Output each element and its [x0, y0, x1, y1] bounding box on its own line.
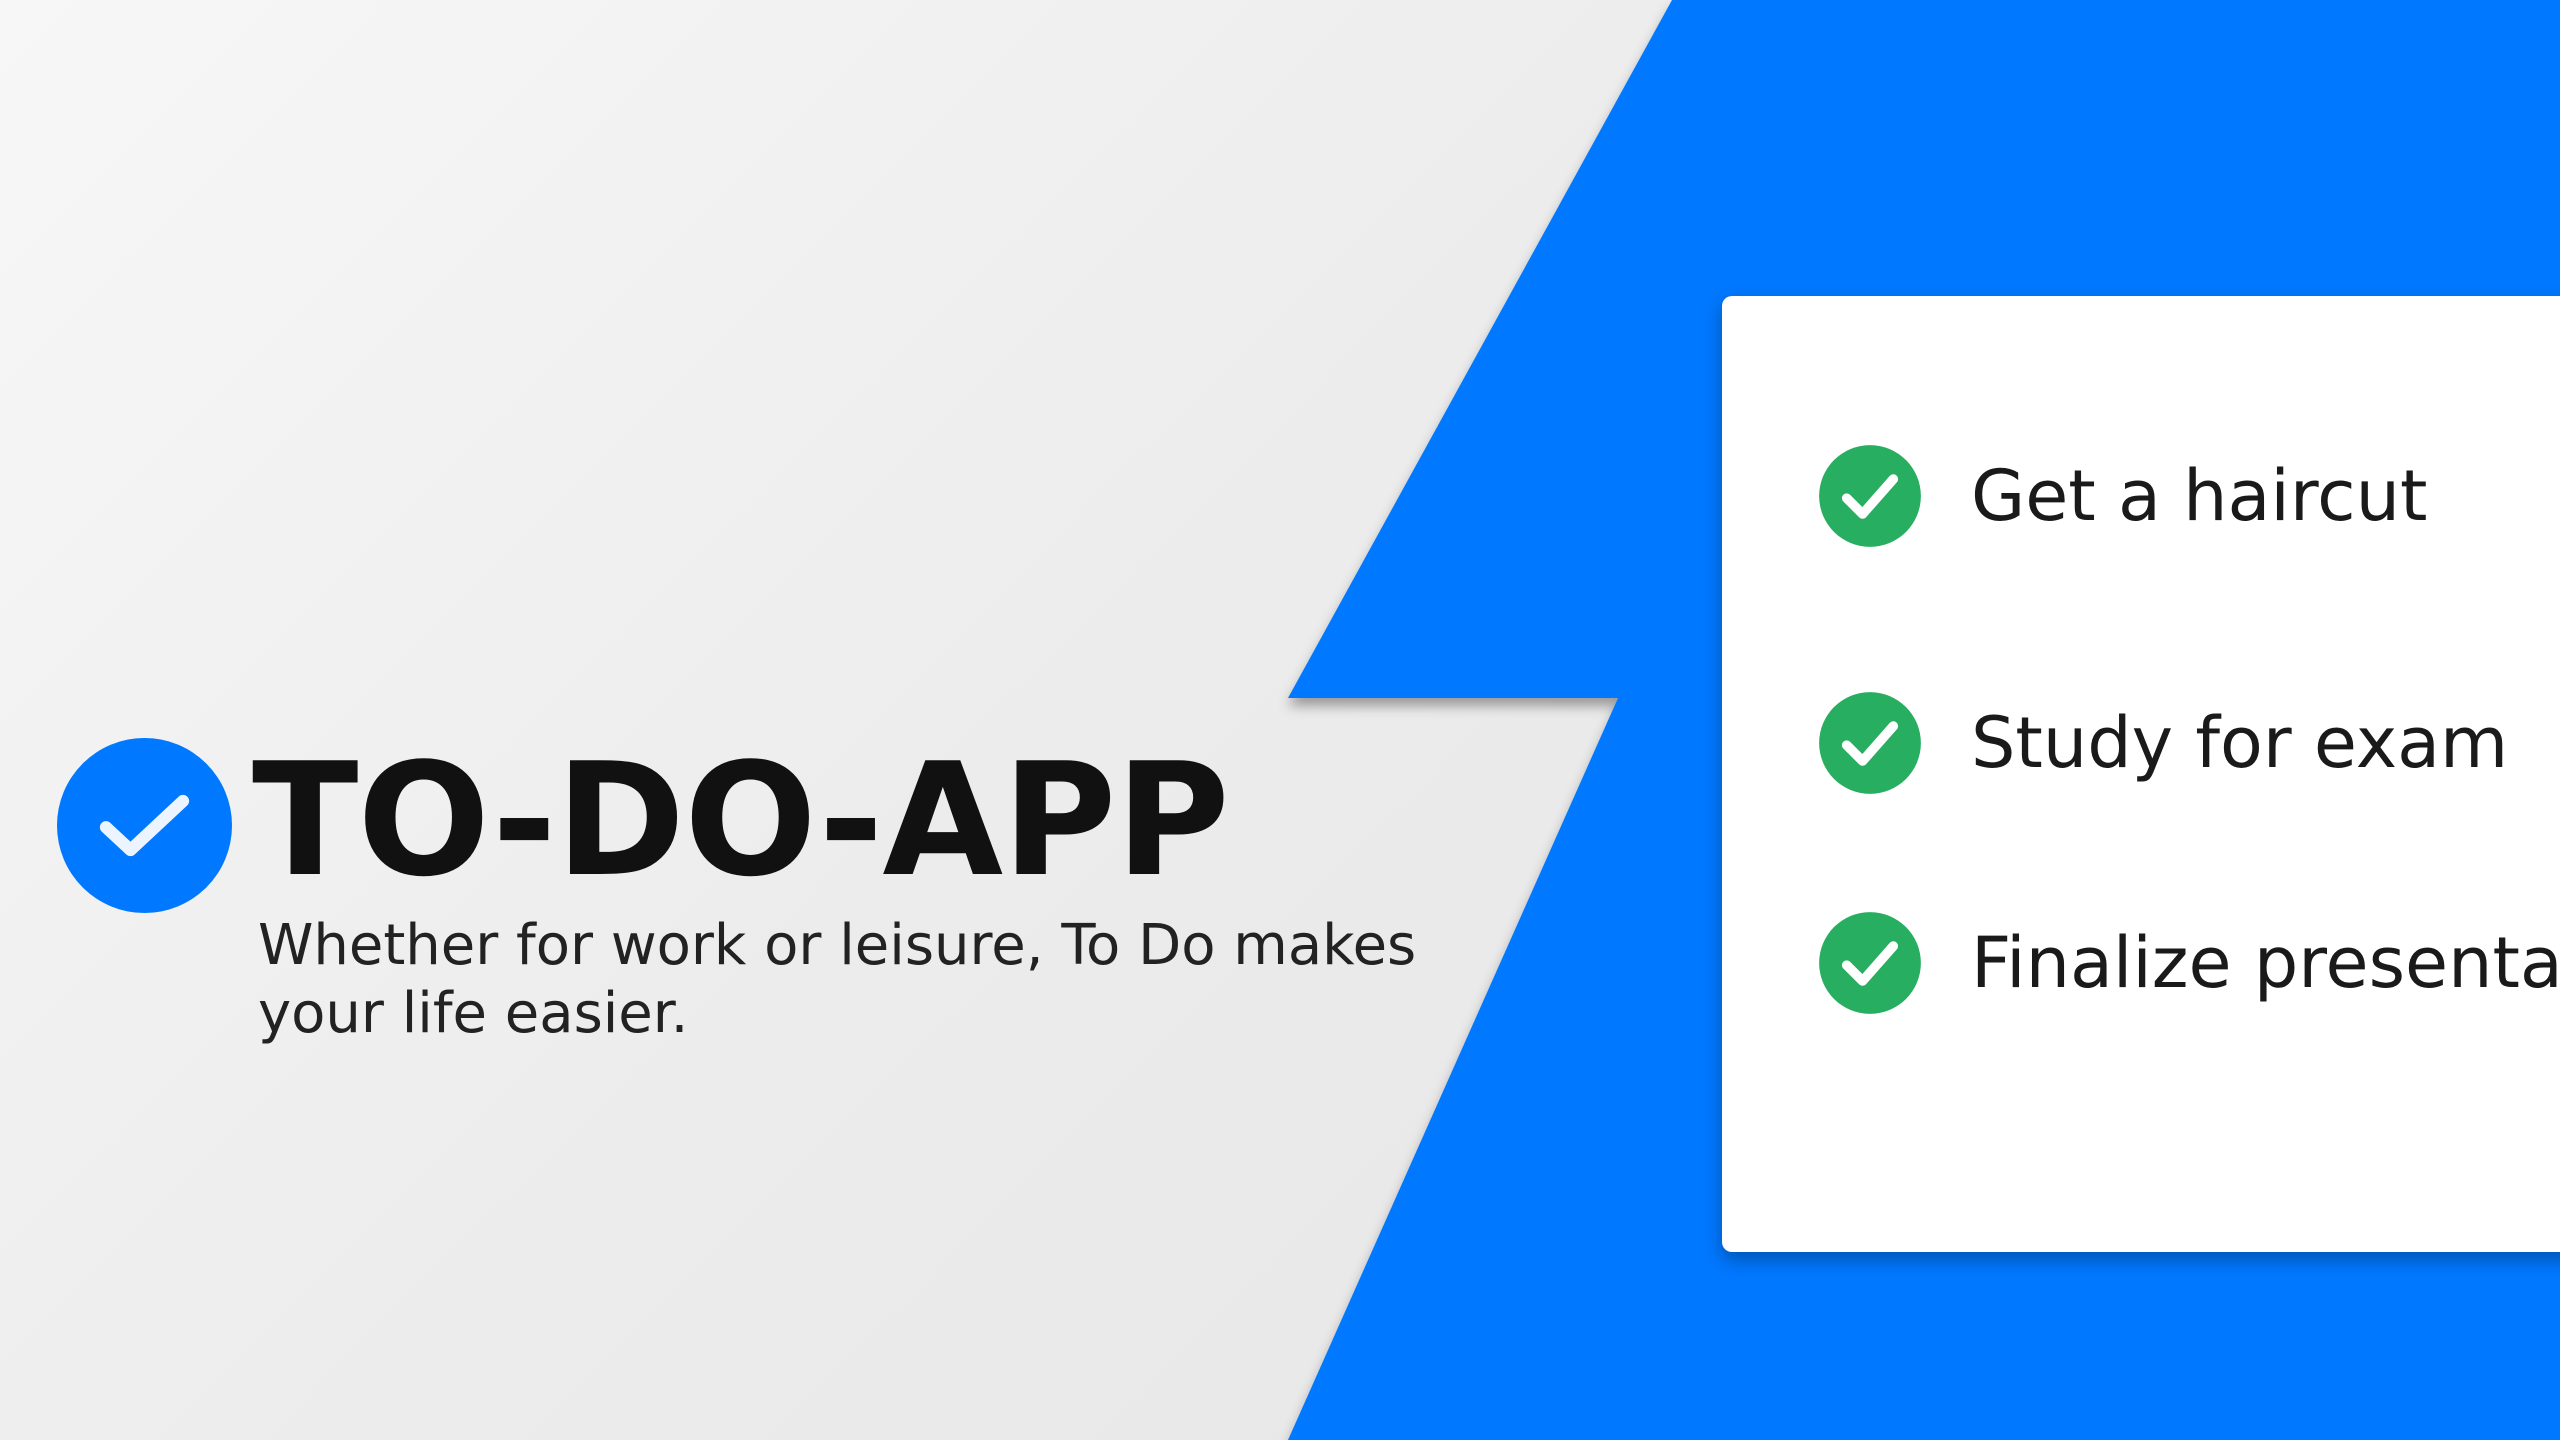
- task-label: Get a haircut: [1971, 455, 2428, 537]
- task-item[interactable]: Get a haircut: [1817, 441, 2427, 551]
- task-label: Finalize presentation: [1971, 922, 2560, 1004]
- app-title: TO-DO-APP: [252, 729, 1230, 911]
- task-item[interactable]: Study for exam: [1817, 688, 2508, 798]
- task-label: Study for exam: [1971, 702, 2509, 784]
- check-circle-icon[interactable]: [1817, 690, 1923, 796]
- check-circle-icon[interactable]: [1817, 443, 1923, 549]
- check-circle-icon[interactable]: [1817, 910, 1923, 1016]
- todo-card: Get a haircut Study for exam Finalize pr…: [1722, 296, 2560, 1252]
- task-item[interactable]: Finalize presentation: [1817, 908, 2560, 1018]
- app-tagline: Whether for work or leisure, To Do makes…: [258, 913, 1417, 1046]
- check-circle-icon: [57, 738, 232, 913]
- hero-banner: TO-DO-APP Whether for work or leisure, T…: [0, 0, 2560, 1440]
